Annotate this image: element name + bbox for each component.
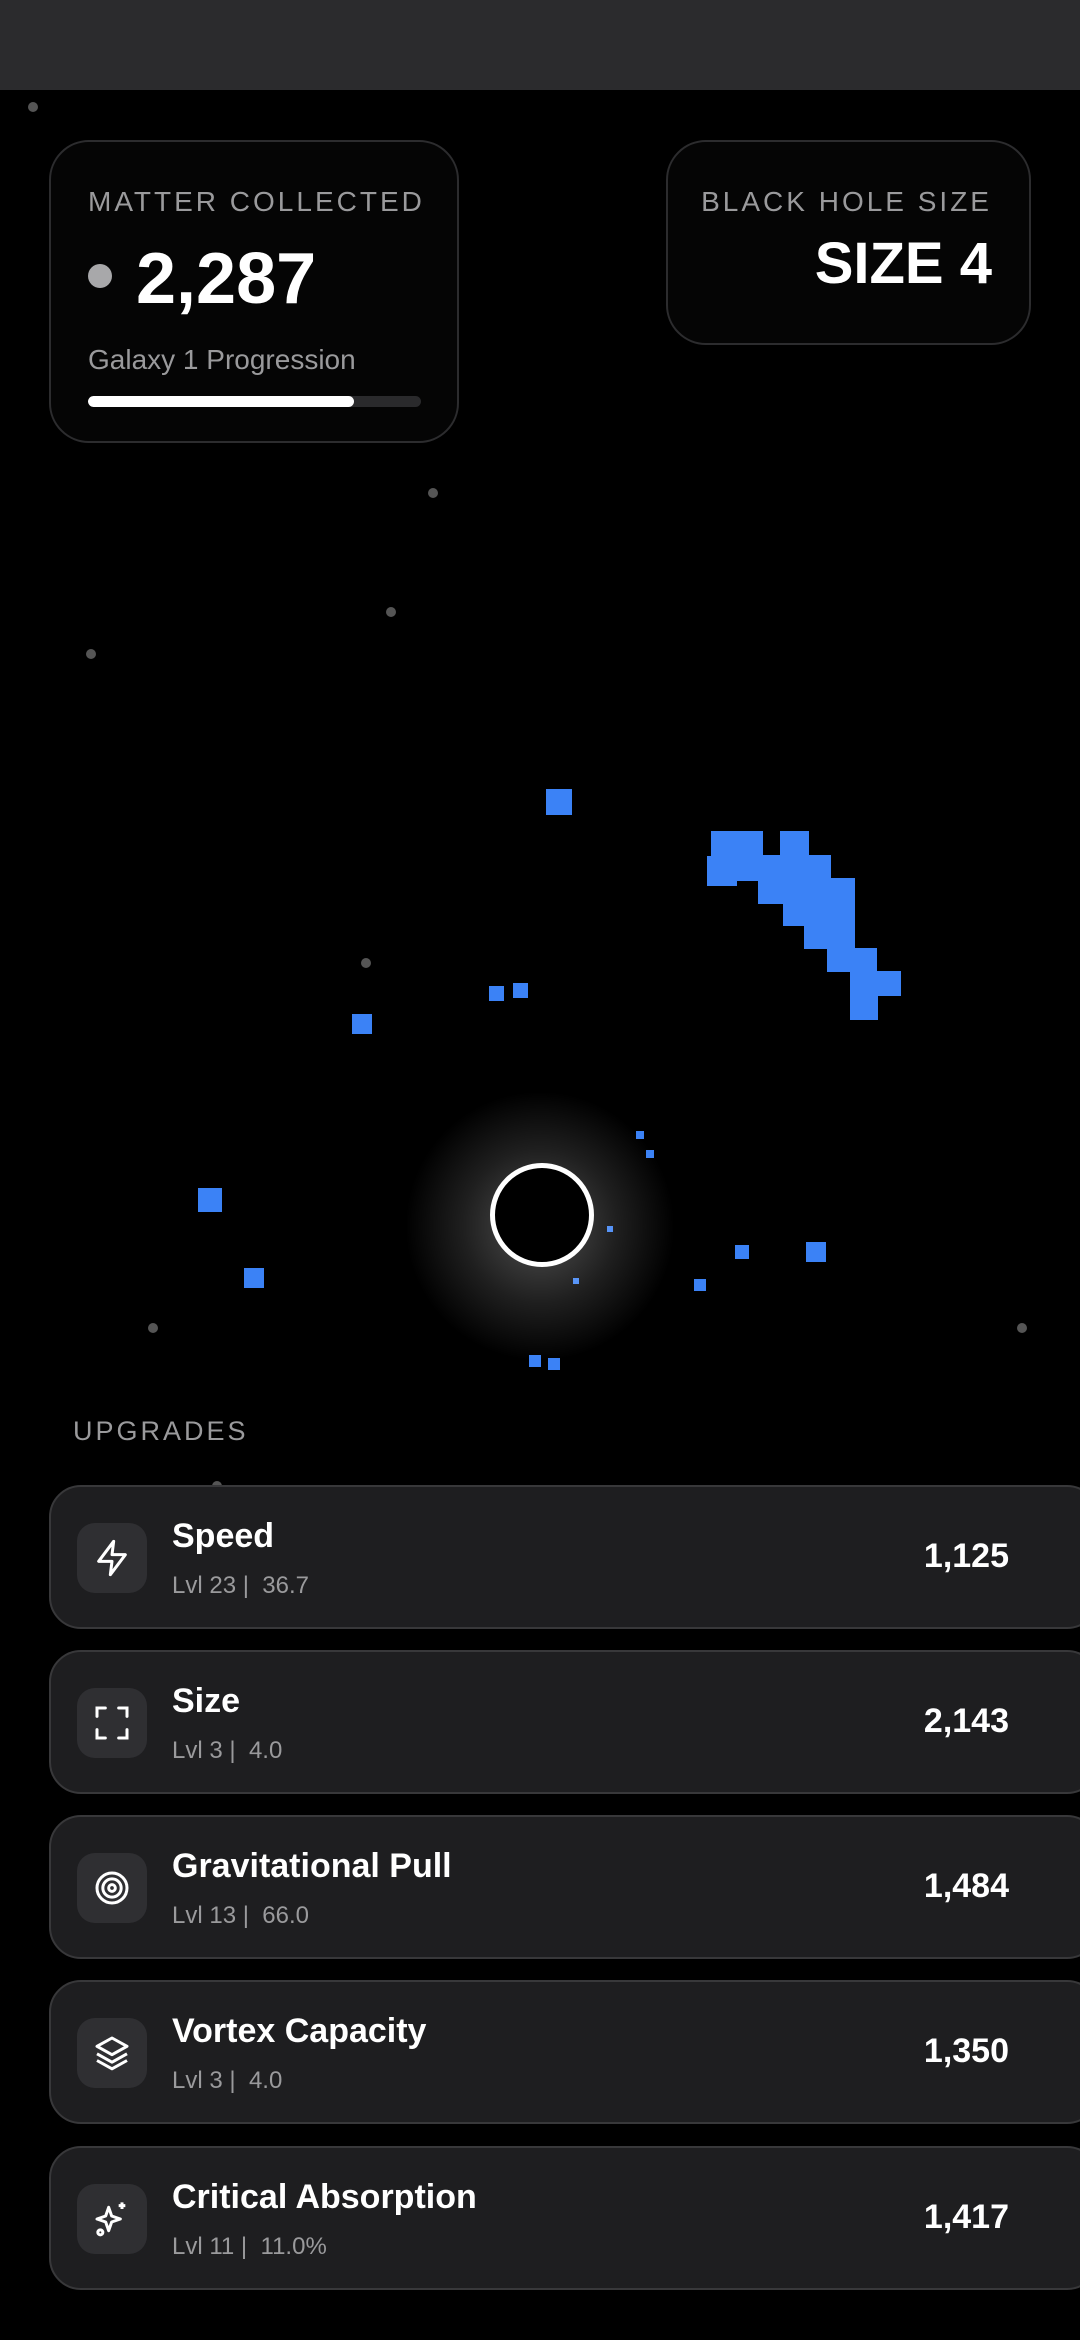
star [86, 649, 96, 659]
black-hole-size-panel: BLACK HOLE SIZE SIZE 4 [666, 140, 1031, 345]
upgrade-level: Lvl 3 | 4.0 [172, 2067, 283, 2094]
matter-particle [806, 1242, 826, 1262]
matter-cluster-block [780, 831, 809, 857]
lightning-icon [77, 1523, 147, 1593]
upgrade-vortex-capacity-card[interactable]: Vortex Capacity Lvl 3 | 4.0 1,350 [49, 1980, 1080, 2124]
upgrade-cost: 1,350 [923, 2032, 1009, 2070]
matter-particle [546, 789, 572, 815]
upgrade-size-card[interactable]: Size Lvl 3 | 4.0 2,143 [49, 1650, 1080, 1794]
target-icon [77, 1853, 147, 1923]
upgrade-name: Gravitational Pull [172, 1847, 452, 1885]
sparkles-icon [77, 2184, 147, 2254]
upgrade-name: Critical Absorption [172, 2178, 477, 2216]
layers-icon [77, 2018, 147, 2088]
galaxy-progression-label: Galaxy 1 Progression [88, 344, 356, 375]
upgrade-gravitational-pull-card[interactable]: Gravitational Pull Lvl 13 | 66.0 1,484 [49, 1815, 1080, 1959]
matter-cluster-block [758, 878, 855, 904]
matter-particle [513, 983, 528, 998]
upgrade-cost: 1,417 [923, 2198, 1009, 2236]
status-bar [0, 0, 1080, 90]
upgrade-cost: 2,143 [923, 1702, 1009, 1740]
upgrade-level: Lvl 23 | 36.7 [172, 1572, 310, 1599]
matter-collected-value: 2,287 [136, 239, 317, 319]
upgrade-critical-absorption-card[interactable]: Critical Absorption Lvl 11 | 11.0% 1,417 [49, 2146, 1080, 2290]
expand-icon [77, 1688, 147, 1758]
upgrade-level: Lvl 3 | 4.0 [172, 1737, 283, 1764]
star [428, 488, 438, 498]
matter-particle [244, 1268, 264, 1288]
black-hole-size-label: BLACK HOLE SIZE [701, 186, 992, 217]
matter-cluster-block [850, 971, 901, 996]
matter-collected-panel: MATTER COLLECTED 2,287 Galaxy 1 Progress… [49, 140, 459, 443]
upgrade-name: Size [172, 1682, 241, 1720]
matter-particle [694, 1279, 706, 1291]
matter-cluster-block [711, 831, 763, 857]
upgrade-level: Lvl 11 | 11.0% [172, 2233, 327, 2260]
upgrade-cost: 1,125 [923, 1537, 1009, 1575]
upgrade-name: Speed [172, 1517, 275, 1555]
matter-particle [735, 1245, 749, 1259]
star [28, 102, 38, 112]
galaxy-progress-fill [88, 396, 355, 407]
upgrade-speed-card[interactable]: Speed Lvl 23 | 36.7 1,125 [49, 1485, 1080, 1629]
star [386, 607, 396, 617]
black-hole-size-value: SIZE 4 [814, 231, 992, 296]
star [148, 1323, 158, 1333]
matter-particle [489, 986, 504, 1001]
upgrade-level: Lvl 13 | 66.0 [172, 1902, 310, 1929]
matter-collected-label: MATTER COLLECTED [88, 186, 425, 217]
matter-cluster-block [707, 856, 737, 886]
galaxy-progress-bar [88, 396, 421, 407]
matter-cluster-block [850, 994, 878, 1020]
star [1017, 1323, 1027, 1333]
matter-cluster-block [783, 902, 855, 926]
matter-cluster-block [804, 925, 855, 949]
player-black-hole[interactable] [490, 1163, 594, 1267]
upgrades-heading: UPGRADES [73, 1416, 249, 1446]
matter-cluster-block [827, 948, 877, 972]
matter-dot-icon [88, 264, 112, 288]
matter-particle [198, 1188, 222, 1212]
matter-particle [352, 1014, 372, 1034]
upgrade-cost: 1,484 [923, 1867, 1009, 1905]
upgrade-name: Vortex Capacity [172, 2012, 427, 2050]
star [361, 958, 371, 968]
